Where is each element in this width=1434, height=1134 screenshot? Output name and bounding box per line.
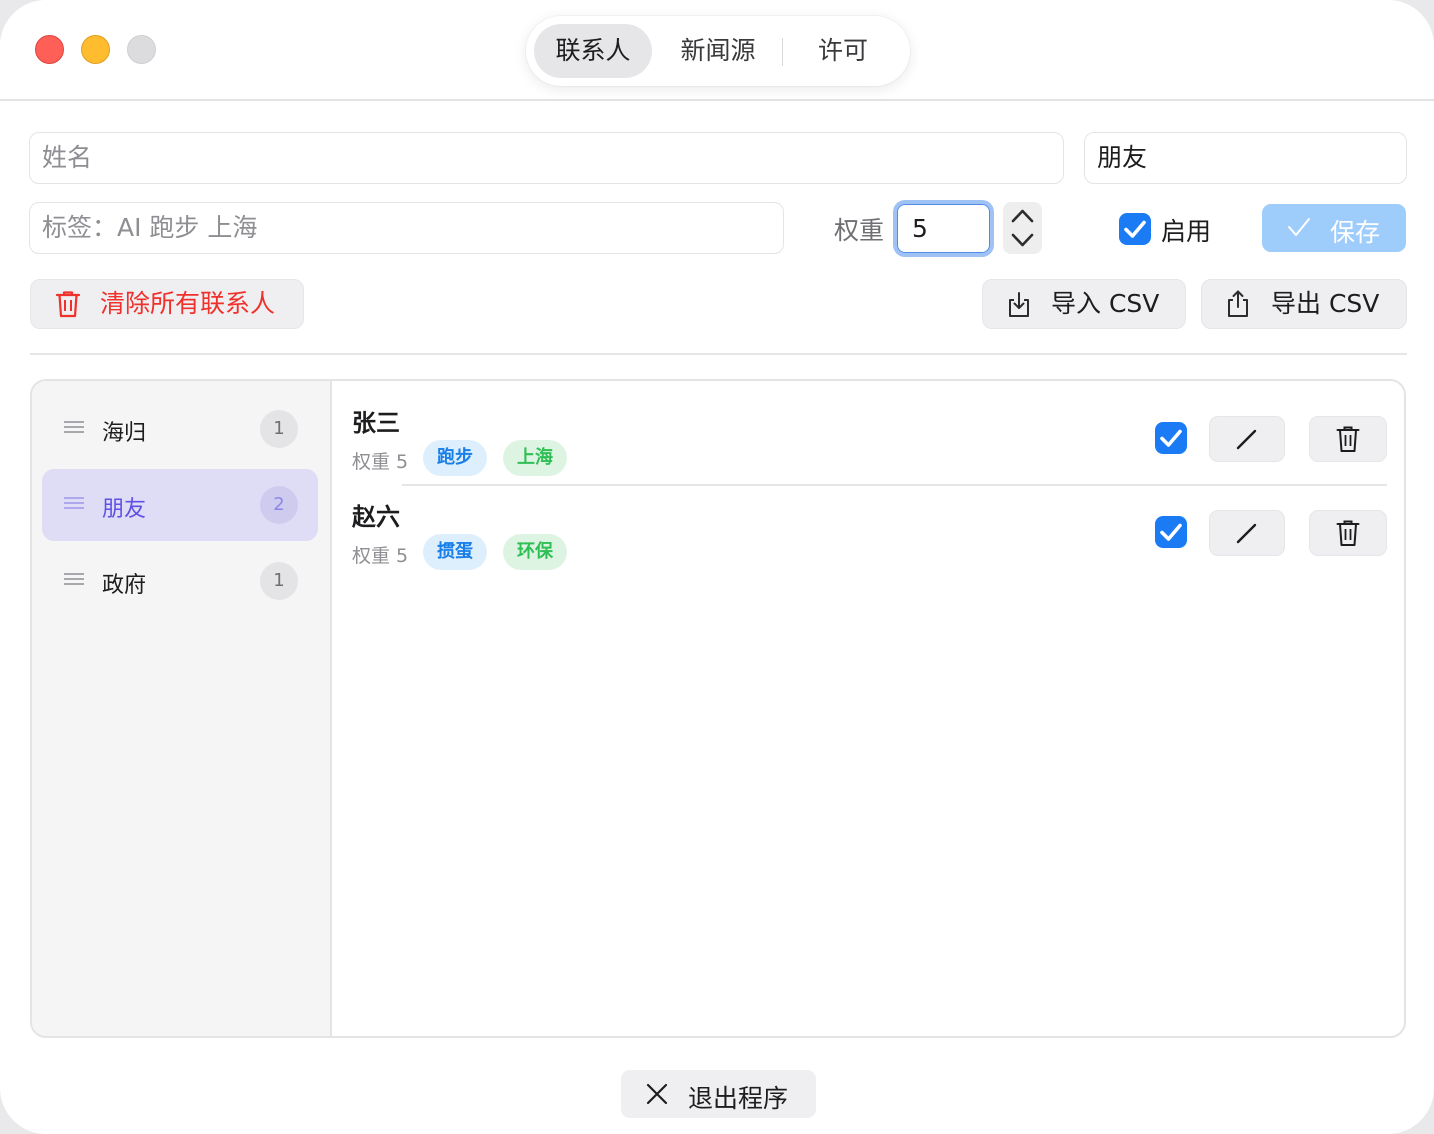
checkmark-icon: [1160, 429, 1182, 447]
trash-icon: [55, 291, 81, 318]
group-name: 朋友: [102, 497, 147, 522]
contacts-panel: 海归 1 朋友 2 政府 1 张三 权重 5 跑步 上海 赵六 权重 5 掼蛋 …: [30, 379, 1406, 1038]
trash-icon: [1336, 520, 1360, 546]
section-divider: [30, 353, 1407, 355]
contact-tag: 跑步: [423, 440, 487, 476]
contact-row: 赵六 权重 5 掼蛋 环保: [352, 497, 1387, 591]
contact-tag: 掼蛋: [423, 534, 487, 570]
edit-contact-button[interactable]: [1209, 416, 1285, 462]
drag-handle-icon[interactable]: [64, 496, 84, 510]
tab-contacts[interactable]: 联系人: [534, 24, 652, 78]
row-divider: [402, 484, 1387, 486]
app-window: 联系人 新闻源 许可 姓名 朋友 标签：AI 跑步 上海 权重 5 启用 保存: [0, 0, 1434, 1134]
weight-stepper[interactable]: [1003, 202, 1042, 254]
contact-weight: 权重 5: [352, 545, 409, 567]
export-csv-label: 导出 CSV: [1271, 289, 1380, 318]
contact-enabled-checkbox[interactable]: [1155, 422, 1187, 454]
minimize-window-button[interactable]: [81, 35, 110, 64]
weight-input[interactable]: 5: [893, 200, 994, 257]
contact-enabled-checkbox[interactable]: [1155, 516, 1187, 548]
contact-tag: 环保: [503, 534, 567, 570]
checkmark-icon: [1288, 218, 1310, 236]
tab-divider: [782, 38, 783, 66]
save-label: 保存: [1330, 218, 1381, 247]
pencil-icon: [1236, 523, 1257, 544]
weight-value: 5: [912, 214, 928, 243]
import-csv-label: 导入 CSV: [1051, 289, 1160, 318]
group-count-badge: 1: [260, 562, 298, 600]
close-icon: [646, 1083, 668, 1105]
group-name: 政府: [102, 573, 147, 598]
delete-contact-button[interactable]: [1309, 416, 1387, 462]
group-item-haigui[interactable]: 海归 1: [42, 393, 318, 465]
trash-icon: [1336, 426, 1360, 452]
group-count-badge: 1: [260, 410, 298, 448]
tab-news-sources[interactable]: 新闻源: [656, 24, 780, 78]
import-csv-button[interactable]: 导入 CSV: [982, 279, 1186, 329]
chevron-up-icon[interactable]: [1010, 206, 1035, 226]
group-input[interactable]: 朋友: [1084, 132, 1407, 184]
drag-handle-icon[interactable]: [64, 420, 84, 434]
quit-app-button[interactable]: 退出程序: [621, 1070, 816, 1118]
contact-row: 张三 权重 5 跑步 上海: [352, 403, 1387, 497]
chevron-down-icon[interactable]: [1010, 230, 1035, 250]
checkmark-icon: [1160, 523, 1182, 541]
enable-checkbox[interactable]: [1119, 213, 1151, 245]
contact-name: 赵六: [352, 503, 400, 531]
share-icon: [1228, 290, 1248, 317]
enable-label: 启用: [1161, 217, 1212, 246]
name-input[interactable]: 姓名: [29, 132, 1064, 184]
titlebar: 联系人 新闻源 许可: [0, 0, 1434, 101]
checkmark-icon: [1124, 220, 1146, 238]
group-item-pengyou[interactable]: 朋友 2: [42, 469, 318, 541]
group-name: 海归: [102, 421, 147, 446]
contact-weight: 权重 5: [352, 451, 409, 473]
group-sidebar: 海归 1 朋友 2 政府 1: [32, 381, 332, 1036]
zoom-window-button[interactable]: [127, 35, 156, 64]
pencil-icon: [1236, 429, 1257, 450]
contact-tag: 上海: [503, 440, 567, 476]
export-csv-button[interactable]: 导出 CSV: [1201, 279, 1407, 329]
tab-license[interactable]: 许可: [784, 24, 902, 78]
delete-contact-button[interactable]: [1309, 510, 1387, 556]
group-item-zhengfu[interactable]: 政府 1: [42, 545, 318, 617]
clear-all-contacts-button[interactable]: 清除所有联系人: [30, 279, 304, 329]
tags-input[interactable]: 标签：AI 跑步 上海: [29, 202, 784, 254]
clear-all-label: 清除所有联系人: [100, 289, 276, 318]
save-button[interactable]: 保存: [1262, 204, 1406, 252]
tab-bar: 联系人 新闻源 许可: [526, 16, 910, 86]
weight-label: 权重: [834, 216, 885, 245]
close-window-button[interactable]: [35, 35, 64, 64]
edit-contact-button[interactable]: [1209, 510, 1285, 556]
drag-handle-icon[interactable]: [64, 572, 84, 586]
import-icon: [1009, 292, 1029, 317]
contact-name: 张三: [352, 409, 400, 437]
quit-label: 退出程序: [688, 1084, 789, 1113]
group-count-badge: 2: [260, 486, 298, 524]
